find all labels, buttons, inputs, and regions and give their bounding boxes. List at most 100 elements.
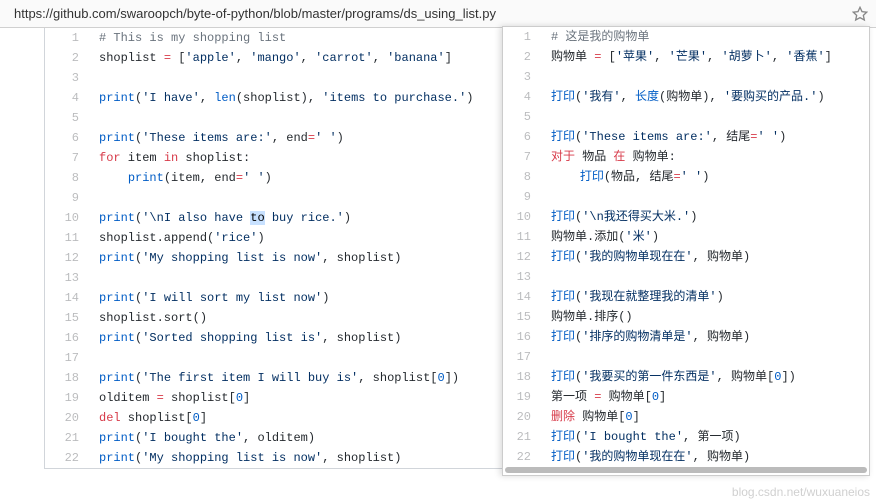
code-content[interactable]: del shoplist[0] — [89, 408, 543, 428]
code-content[interactable]: 删除 购物单[0] — [541, 407, 869, 427]
code-content[interactable]: for item in shoplist: — [89, 148, 543, 168]
code-line[interactable]: 5 — [45, 108, 543, 128]
code-line[interactable]: 22print('My shopping list is now', shopl… — [45, 448, 543, 468]
code-content[interactable] — [541, 267, 869, 287]
line-number[interactable]: 20 — [503, 407, 541, 427]
left-code-pane[interactable]: 1# This is my shopping list2shoplist = [… — [44, 28, 544, 469]
code-line[interactable]: 7for item in shoplist: — [45, 148, 543, 168]
code-line[interactable]: 18print('The first item I will buy is', … — [45, 368, 543, 388]
code-content[interactable]: # 这是我的购物单 — [541, 27, 869, 47]
code-line[interactable]: 8 print(item, end=' ') — [45, 168, 543, 188]
line-number[interactable]: 10 — [503, 207, 541, 227]
line-number[interactable]: 10 — [45, 208, 89, 228]
horizontal-scrollbar[interactable] — [505, 467, 867, 473]
code-content[interactable]: print('I will sort my list now') — [89, 288, 543, 308]
url-text[interactable]: https://github.com/swaroopch/byte-of-pyt… — [8, 6, 852, 21]
code-line[interactable]: 20删除 购物单[0] — [503, 407, 869, 427]
code-content[interactable]: 打印('我有', 长度(购物单), '要购买的产品.') — [541, 87, 869, 107]
line-number[interactable]: 19 — [503, 387, 541, 407]
code-line[interactable]: 9 — [503, 187, 869, 207]
line-number[interactable]: 4 — [503, 87, 541, 107]
line-number[interactable]: 4 — [45, 88, 89, 108]
code-line[interactable]: 22打印('我的购物单现在在', 购物单) — [503, 447, 869, 467]
code-line[interactable]: 8 打印(物品, 结尾=' ') — [503, 167, 869, 187]
line-number[interactable]: 15 — [45, 308, 89, 328]
code-line[interactable]: 12print('My shopping list is now', shopl… — [45, 248, 543, 268]
line-number[interactable]: 21 — [45, 428, 89, 448]
code-line[interactable]: 17 — [45, 348, 543, 368]
code-line[interactable]: 10打印('\n我还得买大米.') — [503, 207, 869, 227]
code-line[interactable]: 11shoplist.append('rice') — [45, 228, 543, 248]
line-number[interactable]: 18 — [45, 368, 89, 388]
code-line[interactable]: 21print('I bought the', olditem) — [45, 428, 543, 448]
code-line[interactable]: 1# This is my shopping list — [45, 28, 543, 48]
code-line[interactable]: 11购物单.添加('米') — [503, 227, 869, 247]
line-number[interactable]: 7 — [45, 148, 89, 168]
code-content[interactable]: print('I have', len(shoplist), 'items to… — [89, 88, 543, 108]
code-line[interactable]: 13 — [45, 268, 543, 288]
code-line[interactable]: 4打印('我有', 长度(购物单), '要购买的产品.') — [503, 87, 869, 107]
code-line[interactable]: 12打印('我的购物单现在在', 购物单) — [503, 247, 869, 267]
line-number[interactable]: 22 — [503, 447, 541, 467]
code-content[interactable]: 第一项 = 购物单[0] — [541, 387, 869, 407]
code-line[interactable]: 5 — [503, 107, 869, 127]
line-number[interactable]: 18 — [503, 367, 541, 387]
code-content[interactable]: 打印('\n我还得买大米.') — [541, 207, 869, 227]
line-number[interactable]: 6 — [503, 127, 541, 147]
line-number[interactable]: 7 — [503, 147, 541, 167]
line-number[interactable]: 14 — [503, 287, 541, 307]
code-content[interactable]: print('The first item I will buy is', sh… — [89, 368, 543, 388]
code-content[interactable]: print('\nI also have to buy rice.') — [89, 208, 543, 228]
line-number[interactable]: 3 — [45, 68, 89, 88]
code-content[interactable]: 打印('I bought the', 第一项) — [541, 427, 869, 447]
code-content[interactable]: print('My shopping list is now', shoplis… — [89, 248, 543, 268]
line-number[interactable]: 12 — [503, 247, 541, 267]
line-number[interactable]: 12 — [45, 248, 89, 268]
code-line[interactable]: 1# 这是我的购物单 — [503, 27, 869, 47]
code-content[interactable]: print('My shopping list is now', shoplis… — [89, 448, 543, 468]
code-content[interactable]: print('These items are:', end=' ') — [89, 128, 543, 148]
code-content[interactable]: 打印('我的购物单现在在', 购物单) — [541, 247, 869, 267]
code-content[interactable]: 打印('我要买的第一件东西是', 购物单[0]) — [541, 367, 869, 387]
line-number[interactable]: 9 — [45, 188, 89, 208]
code-content[interactable]: print('Sorted shopping list is', shoplis… — [89, 328, 543, 348]
code-content[interactable]: olditem = shoplist[0] — [89, 388, 543, 408]
code-content[interactable] — [541, 67, 869, 87]
code-content[interactable]: shoplist.sort() — [89, 308, 543, 328]
right-translation-pane[interactable]: 1# 这是我的购物单2购物单 = ['苹果', '芒果', '胡萝卜', '香蕉… — [502, 26, 870, 476]
code-line[interactable]: 17 — [503, 347, 869, 367]
line-number[interactable]: 22 — [45, 448, 89, 468]
code-line[interactable]: 14print('I will sort my list now') — [45, 288, 543, 308]
line-number[interactable]: 8 — [45, 168, 89, 188]
code-content[interactable]: # This is my shopping list — [89, 28, 543, 48]
code-content[interactable]: 购物单.添加('米') — [541, 227, 869, 247]
code-content[interactable]: 购物单.排序() — [541, 307, 869, 327]
line-number[interactable]: 16 — [45, 328, 89, 348]
code-content[interactable]: 打印('我的购物单现在在', 购物单) — [541, 447, 869, 467]
code-line[interactable]: 2购物单 = ['苹果', '芒果', '胡萝卜', '香蕉'] — [503, 47, 869, 67]
url-bar[interactable]: https://github.com/swaroopch/byte-of-pyt… — [0, 0, 876, 28]
code-line[interactable]: 3 — [45, 68, 543, 88]
code-line[interactable]: 2shoplist = ['apple', 'mango', 'carrot',… — [45, 48, 543, 68]
code-line[interactable]: 4print('I have', len(shoplist), 'items t… — [45, 88, 543, 108]
line-number[interactable]: 15 — [503, 307, 541, 327]
code-content[interactable]: 对于 物品 在 购物单: — [541, 147, 869, 167]
code-line[interactable]: 21打印('I bought the', 第一项) — [503, 427, 869, 447]
code-content[interactable]: 打印(物品, 结尾=' ') — [541, 167, 869, 187]
code-content[interactable] — [89, 348, 543, 368]
code-content[interactable] — [89, 188, 543, 208]
code-content[interactable] — [541, 187, 869, 207]
code-line[interactable]: 13 — [503, 267, 869, 287]
line-number[interactable]: 11 — [503, 227, 541, 247]
code-content[interactable]: 打印('These items are:', 结尾=' ') — [541, 127, 869, 147]
line-number[interactable]: 21 — [503, 427, 541, 447]
star-icon[interactable] — [852, 6, 868, 22]
code-line[interactable]: 19第一项 = 购物单[0] — [503, 387, 869, 407]
code-content[interactable]: 打印('排序的购物清单是', 购物单) — [541, 327, 869, 347]
line-number[interactable]: 3 — [503, 67, 541, 87]
line-number[interactable]: 17 — [503, 347, 541, 367]
line-number[interactable]: 5 — [503, 107, 541, 127]
code-line[interactable]: 15shoplist.sort() — [45, 308, 543, 328]
code-content[interactable]: print(item, end=' ') — [89, 168, 543, 188]
code-line[interactable]: 6print('These items are:', end=' ') — [45, 128, 543, 148]
